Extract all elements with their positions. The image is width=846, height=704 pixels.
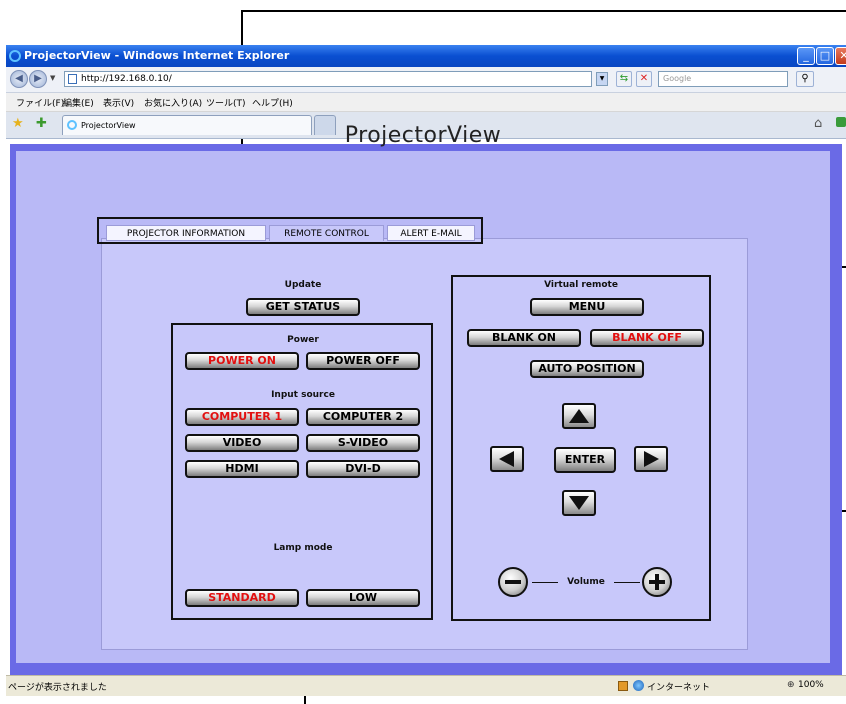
power-on-button[interactable]: POWER ON [185,352,299,370]
address-dropdown-icon[interactable]: ▼ [596,72,608,86]
computer-1-button[interactable]: COMPUTER 1 [185,408,299,426]
plus-icon-vertical [655,574,659,590]
menu-bar: ファイル(F) 編集(E) 表示(V) お気に入り(A) ツール(T) ヘルプ(… [6,93,846,112]
menu-help[interactable]: ヘルプ(H) [252,96,293,109]
address-bar: ◀ ▶ ▼ http://192.168.0.10/ ▼ ⇆ ✕ Google … [6,67,846,93]
down-arrow-icon [569,496,589,510]
volume-up-button[interactable] [642,567,672,597]
get-status-button[interactable]: GET STATUS [246,298,360,316]
left-arrow-button[interactable] [490,446,524,472]
volume-label: Volume [567,577,605,587]
up-arrow-icon [569,409,589,423]
standard-button[interactable]: STANDARD [185,589,299,607]
menu-file[interactable]: ファイル(F) [16,96,64,109]
maximize-button[interactable]: □ [816,47,834,65]
callout-line [241,10,846,12]
minimize-button[interactable]: _ [797,47,815,65]
s-video-button[interactable]: S-VIDEO [306,434,420,452]
menu-tools[interactable]: ツール(T) [206,96,246,109]
page-icon [68,74,77,84]
left-arrow-icon [499,451,514,467]
volume-down-button[interactable] [498,567,528,597]
close-button[interactable]: ✕ [835,47,846,65]
lamp-mode-label: Lamp mode [273,543,333,553]
address-text: http://192.168.0.10/ [81,74,172,84]
blank-on-button[interactable]: BLANK ON [467,329,581,347]
dvi-d-button[interactable]: DVI-D [306,460,420,478]
stop-icon[interactable]: ✕ [636,71,652,87]
right-arrow-icon [644,451,659,467]
menu-button[interactable]: MENU [530,298,644,316]
zoom-icon[interactable]: ⊕ [787,680,795,690]
low-button[interactable]: LOW [306,589,420,607]
page-title: ProjectorView [344,123,502,148]
auto-position-button[interactable]: AUTO POSITION [530,360,644,378]
update-label: Update [284,280,322,290]
enter-button[interactable]: ENTER [554,447,616,473]
search-input[interactable]: Google [658,71,788,87]
status-bar: ページが表示されました インターネット ⊕ 100% [6,675,846,696]
security-zone-icon [618,681,628,691]
right-arrow-button[interactable] [634,446,668,472]
search-icon[interactable]: ⚲ [796,71,814,87]
refresh-icon[interactable]: ⇆ [616,71,632,87]
power-label: Power [287,335,319,345]
ie-logo-icon [9,50,21,62]
address-input[interactable]: http://192.168.0.10/ [64,71,592,87]
virtual-remote-label: Virtual remote [544,280,618,290]
menu-view[interactable]: 表示(V) [103,96,134,109]
zone-text: インターネット [647,683,711,693]
window-title: ProjectorView - Windows Internet Explore… [24,49,290,62]
back-button[interactable]: ◀ [10,70,28,88]
video-button[interactable]: VIDEO [185,434,299,452]
menu-favorites[interactable]: お気に入り(A) [144,96,202,109]
volume-line-left [532,582,558,583]
tabs-highlight-box [97,217,483,244]
power-off-button[interactable]: POWER OFF [306,352,420,370]
computer-2-button[interactable]: COMPUTER 2 [306,408,420,426]
globe-icon [633,680,644,691]
title-bar: ProjectorView - Windows Internet Explore… [6,45,846,67]
hdmi-button[interactable]: HDMI [185,460,299,478]
menu-edit[interactable]: 編集(E) [63,96,94,109]
blank-off-button[interactable]: BLANK OFF [590,329,704,347]
down-arrow-button[interactable] [562,490,596,516]
volume-line-right [614,582,640,583]
status-text: ページが表示されました [8,683,107,693]
history-dropdown-icon[interactable]: ▼ [50,74,55,82]
forward-button[interactable]: ▶ [29,70,47,88]
up-arrow-button[interactable] [562,403,596,429]
zoom-level[interactable]: 100% [798,680,824,690]
minus-icon [505,580,521,584]
input-source-label: Input source [271,390,335,400]
